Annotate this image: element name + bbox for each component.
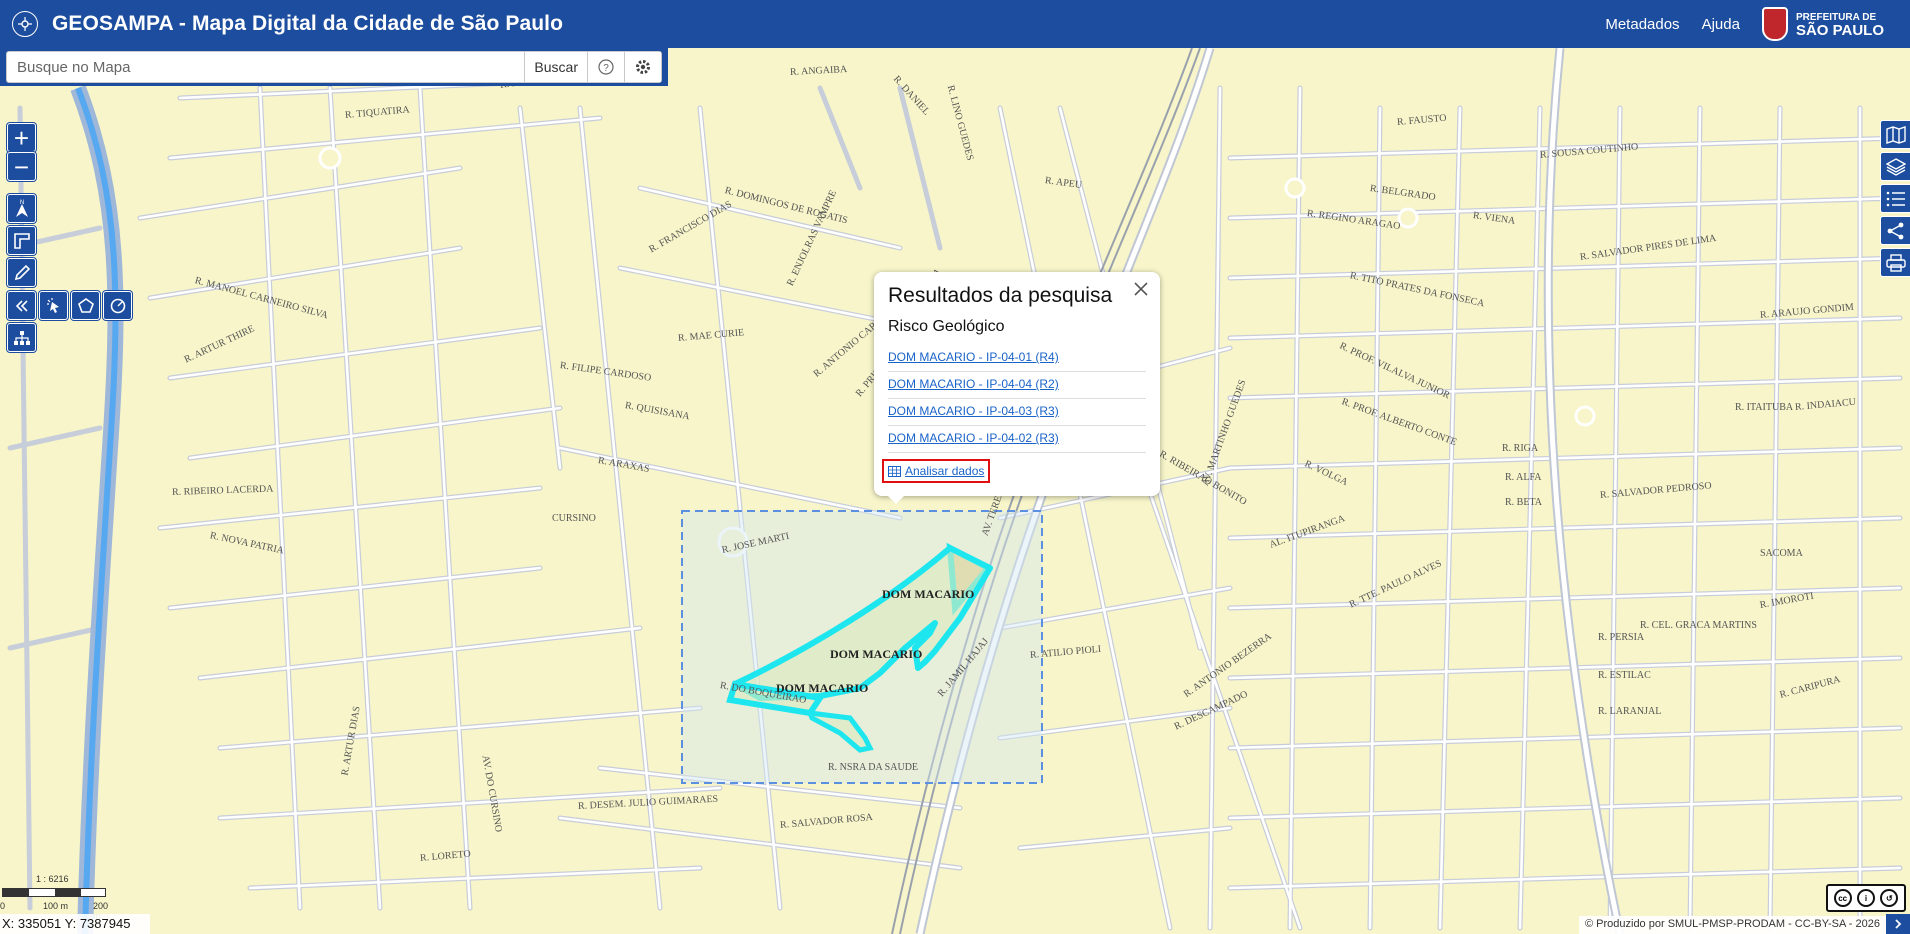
collapse-icon — [15, 299, 28, 312]
select-point-icon — [46, 297, 59, 313]
question-circle-icon: ? — [598, 59, 614, 75]
street-label: R. ALFA — [1505, 472, 1542, 483]
street-label: R. PERSIA — [1598, 632, 1645, 643]
search-bar: Buscar ? — [0, 48, 668, 86]
select-point-button[interactable] — [39, 291, 68, 320]
app-title: GEOSAMPA - Mapa Digital da Cidade de São… — [52, 12, 564, 35]
print-icon — [1885, 253, 1906, 272]
list-icon — [1886, 191, 1905, 206]
zoom-out-button[interactable]: − — [7, 152, 36, 181]
prefeitura-logo[interactable]: PREFEITURA DE SÃO PAULO — [1761, 7, 1884, 41]
legend-button[interactable] — [1880, 184, 1910, 213]
street-label: R. NSRA DA SAUDE — [828, 762, 919, 773]
map-icon — [1885, 125, 1906, 144]
layers-button[interactable] — [1880, 152, 1910, 181]
zoom-in-button[interactable]: + — [7, 123, 36, 152]
plus-icon: + — [13, 122, 30, 153]
layers-icon — [1885, 157, 1906, 176]
area-label: DOM MACARIO — [882, 587, 975, 601]
result-link[interactable]: DOM MACARIO - IP-04-04 (R2) — [888, 372, 1146, 399]
close-icon[interactable] — [1132, 280, 1150, 298]
result-link[interactable]: DOM MACARIO - IP-04-03 (R3) — [888, 399, 1146, 426]
street-label: R. BETA — [1505, 497, 1542, 508]
street-label: SACOMA — [1760, 548, 1803, 559]
polygon-icon — [77, 297, 94, 313]
settings-button[interactable] — [624, 52, 661, 82]
polygon-button[interactable] — [71, 291, 100, 320]
prefeitura-line2: SÃO PAULO — [1795, 22, 1884, 39]
street-label: R. LARANJAL — [1598, 706, 1662, 717]
search-results-popup: Resultados da pesquisa Risco Geológico D… — [874, 272, 1160, 504]
nav-ajuda[interactable]: Ajuda — [1702, 16, 1740, 33]
basemap-button[interactable] — [1880, 120, 1910, 149]
print-button[interactable] — [1880, 248, 1910, 277]
street-label: R. RIGA — [1502, 443, 1539, 454]
analyze-data-button[interactable]: Analisar dados — [882, 459, 991, 483]
header-bar: GEOSAMPA - Mapa Digital da Cidade de São… — [0, 0, 1910, 48]
share-icon — [1887, 222, 1903, 239]
crest-icon — [1761, 7, 1788, 41]
scale-label: 0 — [0, 901, 6, 911]
pencil-icon — [14, 264, 30, 280]
cc-icon: cc — [1833, 889, 1852, 907]
street-label: CURSINO — [552, 513, 596, 524]
search-input[interactable] — [7, 52, 525, 82]
minus-icon: − — [13, 151, 30, 182]
scale-ratio: 1 : 6216 — [36, 874, 69, 884]
coordinates-readout: X: 335051 Y: 7387945 — [0, 914, 150, 934]
svg-text:N: N — [19, 200, 23, 206]
area-label: DOM MACARIO — [830, 647, 923, 661]
credit-text: © Produzido por SMUL-PMSP-PRODAM - CC-BY… — [1578, 916, 1886, 934]
by-icon: i — [1856, 889, 1875, 907]
popup-title: Resultados da pesquisa — [888, 284, 1113, 307]
street-label: R. ITAITUBA — [1735, 402, 1794, 413]
result-link[interactable]: DOM MACARIO - IP-04-01 (R4) — [888, 345, 1146, 372]
table-icon — [888, 465, 901, 477]
sa-icon: ↺ — [1880, 889, 1899, 907]
north-arrow-icon: N — [15, 200, 28, 217]
circle-button[interactable] — [103, 291, 132, 320]
network-icon — [13, 330, 30, 345]
geosampa-logo-icon[interactable] — [12, 11, 38, 37]
scale-bar: 1 : 6216 0 100 m 200 m — [0, 874, 110, 921]
expand-footer-button[interactable] — [1886, 914, 1910, 934]
collapse-tools-button[interactable] — [7, 291, 36, 320]
result-link[interactable]: DOM MACARIO - IP-04-02 (R3) — [888, 426, 1146, 453]
north-button[interactable]: N — [7, 194, 36, 223]
nav-metadados[interactable]: Metadados — [1605, 16, 1679, 33]
measure-icon — [13, 232, 30, 249]
measure-button[interactable] — [7, 226, 36, 255]
gear-icon — [636, 60, 650, 74]
scale-graphic — [2, 888, 106, 897]
search-button[interactable]: Buscar — [524, 52, 587, 82]
analyze-data-label: Analisar dados — [905, 464, 985, 478]
popup-subtitle: Risco Geológico — [888, 318, 1005, 335]
scale-label: 100 m — [43, 901, 69, 911]
draw-button[interactable] — [7, 258, 36, 287]
network-button[interactable] — [7, 323, 36, 352]
circle-icon — [110, 298, 125, 313]
popup-tail — [888, 496, 904, 504]
chevron-right-icon — [1895, 919, 1902, 929]
share-button[interactable] — [1880, 216, 1910, 245]
street-label: R. CEL. GRACA MARTINS — [1640, 620, 1757, 631]
help-button[interactable]: ? — [587, 52, 624, 82]
street-label: R. ESTILAC — [1598, 670, 1651, 681]
cc-license-badge[interactable]: cc i ↺ — [1826, 884, 1906, 912]
svg-text:?: ? — [603, 63, 609, 74]
